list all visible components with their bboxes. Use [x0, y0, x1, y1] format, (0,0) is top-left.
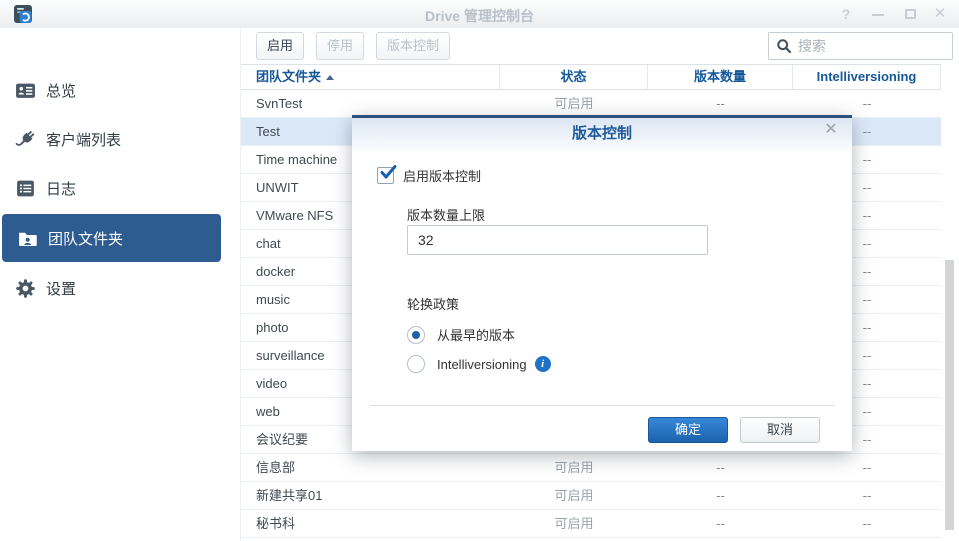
column-header-team-folder[interactable]: 团队文件夹 [241, 65, 500, 89]
sidebar-item-label: 客户端列表 [46, 129, 121, 150]
drive-admin-console-window: Drive 管理控制台 ? ✕ 总览 [0, 0, 959, 541]
cell-versions: -- [648, 90, 793, 118]
sidebar-item-label: 团队文件夹 [48, 228, 123, 249]
sidebar-item-settings[interactable]: 设置 [0, 274, 240, 302]
enable-button[interactable]: 启用 [256, 32, 304, 60]
sidebar-item-overview[interactable]: 总览 [0, 76, 240, 104]
cell-status: 可启用 [500, 90, 648, 118]
column-header-intelliversioning[interactable]: Intelliversioning [793, 65, 941, 89]
search-box[interactable] [768, 32, 953, 60]
close-icon[interactable]: ✕ [931, 6, 949, 22]
cell-intelliversioning: -- [793, 510, 941, 538]
team-folder-icon [16, 227, 38, 249]
sidebar-item-label: 总览 [46, 80, 76, 101]
version-control-dialog: 版本控制 ✕ 启用版本控制 版本数量上限 轮换政策 从最早的版本 Intelli… [352, 115, 852, 451]
version-control-button[interactable]: 版本控制 [376, 32, 450, 60]
cell-status: 可启用 [500, 454, 648, 482]
cell-intelliversioning: -- [793, 482, 941, 510]
version-limit-input[interactable] [407, 225, 708, 255]
info-icon[interactable]: i [535, 356, 551, 372]
sidebar-item-label: 日志 [46, 178, 76, 199]
table-header: 团队文件夹 状态 版本数量 Intelliversioning [241, 64, 941, 90]
column-header-versions[interactable]: 版本数量 [648, 65, 793, 89]
table-row[interactable]: SvnTest 可启用 -- -- [241, 90, 941, 118]
cell-team-folder: SvnTest [256, 90, 496, 118]
radio-intelliversioning-label: Intelliversioning [437, 357, 527, 372]
cell-team-folder: 信息部 [256, 454, 496, 482]
maximize-icon[interactable] [901, 6, 919, 22]
radio-selected-icon [407, 326, 425, 344]
cell-versions: -- [648, 454, 793, 482]
settings-icon [14, 277, 36, 299]
cell-team-folder: 秘书科 [256, 510, 496, 538]
cell-versions: -- [648, 510, 793, 538]
minimize-icon[interactable] [869, 6, 887, 22]
search-input[interactable] [798, 38, 938, 54]
version-limit-label: 版本数量上限 [407, 205, 485, 224]
rotation-policy-label: 轮换政策 [407, 294, 459, 313]
enable-version-control-checkbox[interactable] [377, 167, 394, 184]
enable-version-control-label: 启用版本控制 [403, 166, 481, 185]
radio-earliest-label: 从最早的版本 [437, 325, 515, 344]
radio-intelliversioning[interactable]: Intelliversioning i [407, 355, 551, 373]
table-row[interactable]: 秘书科 可启用 -- -- [241, 510, 941, 538]
cell-versions: -- [648, 482, 793, 510]
cell-status: 可启用 [500, 482, 648, 510]
dialog-close-icon[interactable]: ✕ [822, 121, 840, 139]
sort-asc-icon [326, 75, 334, 80]
sidebar-item-label: 设置 [46, 278, 76, 299]
cell-intelliversioning: -- [793, 454, 941, 482]
sidebar-item-team-folder[interactable]: 团队文件夹 [2, 214, 221, 262]
help-icon[interactable]: ? [837, 6, 855, 22]
dialog-title: 版本控制 [352, 118, 852, 150]
cell-intelliversioning: -- [793, 90, 941, 118]
search-icon [776, 38, 792, 54]
dialog-divider [370, 405, 834, 406]
window-title: Drive 管理控制台 [0, 6, 959, 26]
radio-unselected-icon [407, 355, 425, 373]
log-icon [14, 177, 36, 199]
sidebar: 总览 客户端列表 [0, 28, 240, 541]
radio-earliest-version[interactable]: 从最早的版本 [407, 325, 515, 344]
titlebar: Drive 管理控制台 ? ✕ [0, 0, 959, 28]
column-header-status[interactable]: 状态 [500, 65, 648, 89]
dialog-header: 版本控制 [352, 118, 852, 152]
cell-team-folder: 新建共享01 [256, 482, 496, 510]
clients-icon [14, 128, 36, 150]
sidebar-item-log[interactable]: 日志 [0, 174, 240, 202]
vertical-scrollbar-thumb[interactable] [945, 260, 954, 530]
cell-status: 可启用 [500, 510, 648, 538]
disable-button[interactable]: 停用 [316, 32, 364, 60]
ok-button[interactable]: 确定 [648, 417, 728, 443]
table-row[interactable]: 新建共享01 可启用 -- -- [241, 482, 941, 510]
table-row[interactable]: 信息部 可启用 -- -- [241, 454, 941, 482]
checkmark-icon [379, 164, 397, 182]
cancel-button[interactable]: 取消 [740, 417, 820, 443]
sidebar-item-clients[interactable]: 客户端列表 [0, 125, 240, 153]
overview-icon [14, 79, 36, 101]
